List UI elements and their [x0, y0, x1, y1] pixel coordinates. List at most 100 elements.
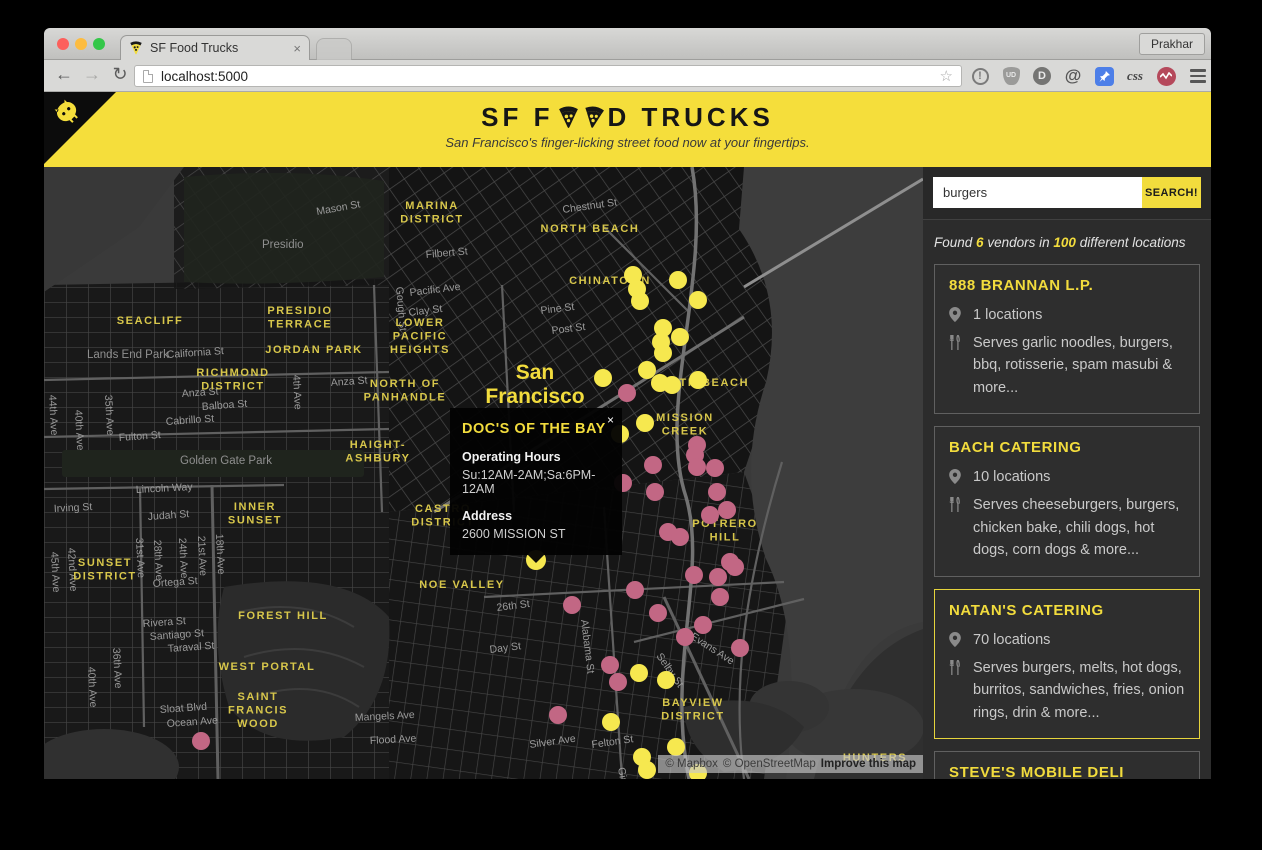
pin-extension-icon[interactable]: [1092, 64, 1116, 88]
browser-titlebar: SF Food Trucks × Prakhar: [44, 28, 1211, 60]
map-marker[interactable]: [671, 528, 689, 546]
osm-attribution[interactable]: © OpenStreetMap: [723, 758, 816, 770]
map-marker[interactable]: [649, 604, 667, 622]
map-marker[interactable]: [657, 671, 675, 689]
district-label: LOWER PACIFIC HEIGHTS: [390, 317, 450, 356]
map-marker[interactable]: [731, 639, 749, 657]
search-button[interactable]: SEARCH!: [1142, 177, 1201, 208]
menu-icon[interactable]: [1186, 64, 1210, 88]
map-marker[interactable]: [709, 568, 727, 586]
at-extension-icon[interactable]: @: [1061, 64, 1085, 88]
location-pin-icon: [949, 629, 962, 652]
zoom-window-button[interactable]: [93, 38, 105, 50]
search-input[interactable]: [933, 177, 1142, 208]
map-marker[interactable]: [711, 588, 729, 606]
info-extension-icon[interactable]: !: [968, 64, 992, 88]
map-marker[interactable]: [602, 713, 620, 731]
district-label: HAIGHT-ASHBURY: [345, 439, 410, 465]
map-marker[interactable]: [618, 384, 636, 402]
app-header: SF F D TRUCKS San Francisco's finger-lic…: [44, 92, 1211, 167]
app-title: SF F D TRUCKS: [44, 92, 1211, 133]
app-title-right: D TRUCKS: [607, 102, 774, 132]
street-label: Flood Ave: [370, 733, 417, 747]
vendor-card[interactable]: STEVE'S MOBILE DELI 14 locations Serves …: [934, 751, 1200, 779]
street-label: Lands End Park: [87, 349, 169, 361]
vendor-serves: Serves burgers, melts, hot dogs, burrito…: [973, 659, 1185, 721]
map-marker[interactable]: [654, 344, 672, 362]
vendor-card[interactable]: NATAN'S CATERING 70 locations Serves bur…: [934, 588, 1200, 740]
map-marker[interactable]: [689, 291, 707, 309]
shield-extension-icon[interactable]: UD: [999, 64, 1023, 88]
map-marker[interactable]: [626, 581, 644, 599]
vendor-card[interactable]: 888 BRANNAN L.P. 1 locations Serves garl…: [934, 264, 1200, 415]
street-label: Golden Gate Park: [180, 455, 272, 467]
bookmark-star-icon[interactable]: ☆: [940, 67, 953, 85]
map-marker[interactable]: [706, 459, 724, 477]
url-bar[interactable]: localhost:5000 ☆: [134, 65, 962, 87]
location-pin-icon: [949, 466, 962, 489]
utensils-icon: [949, 657, 962, 724]
forward-button[interactable]: →: [80, 64, 104, 85]
map-marker[interactable]: [694, 616, 712, 634]
css-extension-icon[interactable]: css: [1123, 64, 1147, 88]
profile-button[interactable]: Prakhar: [1138, 33, 1205, 55]
street-label: 35th Ave: [102, 395, 116, 436]
new-tab-button[interactable]: [316, 38, 352, 60]
street-label: Irving St: [54, 501, 93, 515]
street-label: 21st Ave: [195, 536, 209, 577]
map-marker[interactable]: [638, 361, 656, 379]
map-marker[interactable]: [667, 738, 685, 756]
map[interactable]: Mason St Chestnut St Filbert St Gough St Pac…: [44, 167, 923, 779]
street-label: 4th Ave: [290, 375, 304, 411]
map-marker[interactable]: [688, 458, 706, 476]
mapbox-attribution[interactable]: © Mapbox: [665, 758, 718, 770]
map-marker[interactable]: [630, 664, 648, 682]
district-label: NOE VALLEY: [419, 579, 504, 591]
url-text[interactable]: localhost:5000: [161, 69, 932, 84]
map-marker[interactable]: [563, 596, 581, 614]
street-label: 40th Ave: [85, 667, 99, 708]
improve-map-link[interactable]: Improve this map: [821, 758, 916, 770]
street-label: 40th Ave: [72, 410, 86, 451]
vendor-card[interactable]: BACH CATERING 10 locations Serves cheese…: [934, 426, 1200, 577]
map-marker[interactable]: [701, 506, 719, 524]
map-marker[interactable]: [669, 271, 687, 289]
map-marker[interactable]: [644, 456, 662, 474]
map-marker[interactable]: [671, 328, 689, 346]
back-button[interactable]: ←: [52, 64, 76, 85]
tab-close-icon[interactable]: ×: [293, 41, 301, 56]
close-window-button[interactable]: [57, 38, 69, 50]
street-label: 45th Ave: [48, 552, 62, 593]
popup-close-icon[interactable]: ×: [607, 413, 614, 427]
district-label: JORDAN PARK: [265, 344, 362, 356]
map-marker[interactable]: [726, 558, 744, 576]
map-marker[interactable]: [609, 673, 627, 691]
map-marker[interactable]: [685, 566, 703, 584]
map-marker[interactable]: [549, 706, 567, 724]
map-marker[interactable]: [601, 656, 619, 674]
district-label: SUNSET DISTRICT: [73, 557, 137, 583]
utensils-icon: [949, 494, 962, 561]
location-count: 100: [1053, 235, 1076, 250]
vendor-serves: Serves garlic noodles, burgers, bbq, rot…: [973, 335, 1173, 396]
map-marker[interactable]: [689, 371, 707, 389]
map-marker[interactable]: [638, 761, 656, 779]
map-marker[interactable]: [594, 369, 612, 387]
street-label: 24th Ave: [176, 538, 190, 579]
browser-toolbar: ← → ↻ localhost:5000 ☆ ! UD D @ css: [44, 60, 1211, 92]
pulse-extension-icon[interactable]: [1154, 64, 1178, 88]
district-label: WEST PORTAL: [219, 661, 316, 673]
map-marker[interactable]: [708, 483, 726, 501]
d-badge-extension-icon[interactable]: D: [1030, 64, 1054, 88]
popup-address-label: Address: [462, 509, 513, 523]
map-marker[interactable]: [663, 376, 681, 394]
map-marker[interactable]: [636, 414, 654, 432]
map-marker[interactable]: [646, 483, 664, 501]
minimize-window-button[interactable]: [75, 38, 87, 50]
map-marker[interactable]: [718, 501, 736, 519]
reload-button[interactable]: ↻: [108, 64, 132, 85]
browser-tab[interactable]: SF Food Trucks ×: [120, 35, 310, 60]
map-marker[interactable]: [676, 628, 694, 646]
map-marker[interactable]: [631, 292, 649, 310]
map-marker[interactable]: [192, 732, 210, 750]
